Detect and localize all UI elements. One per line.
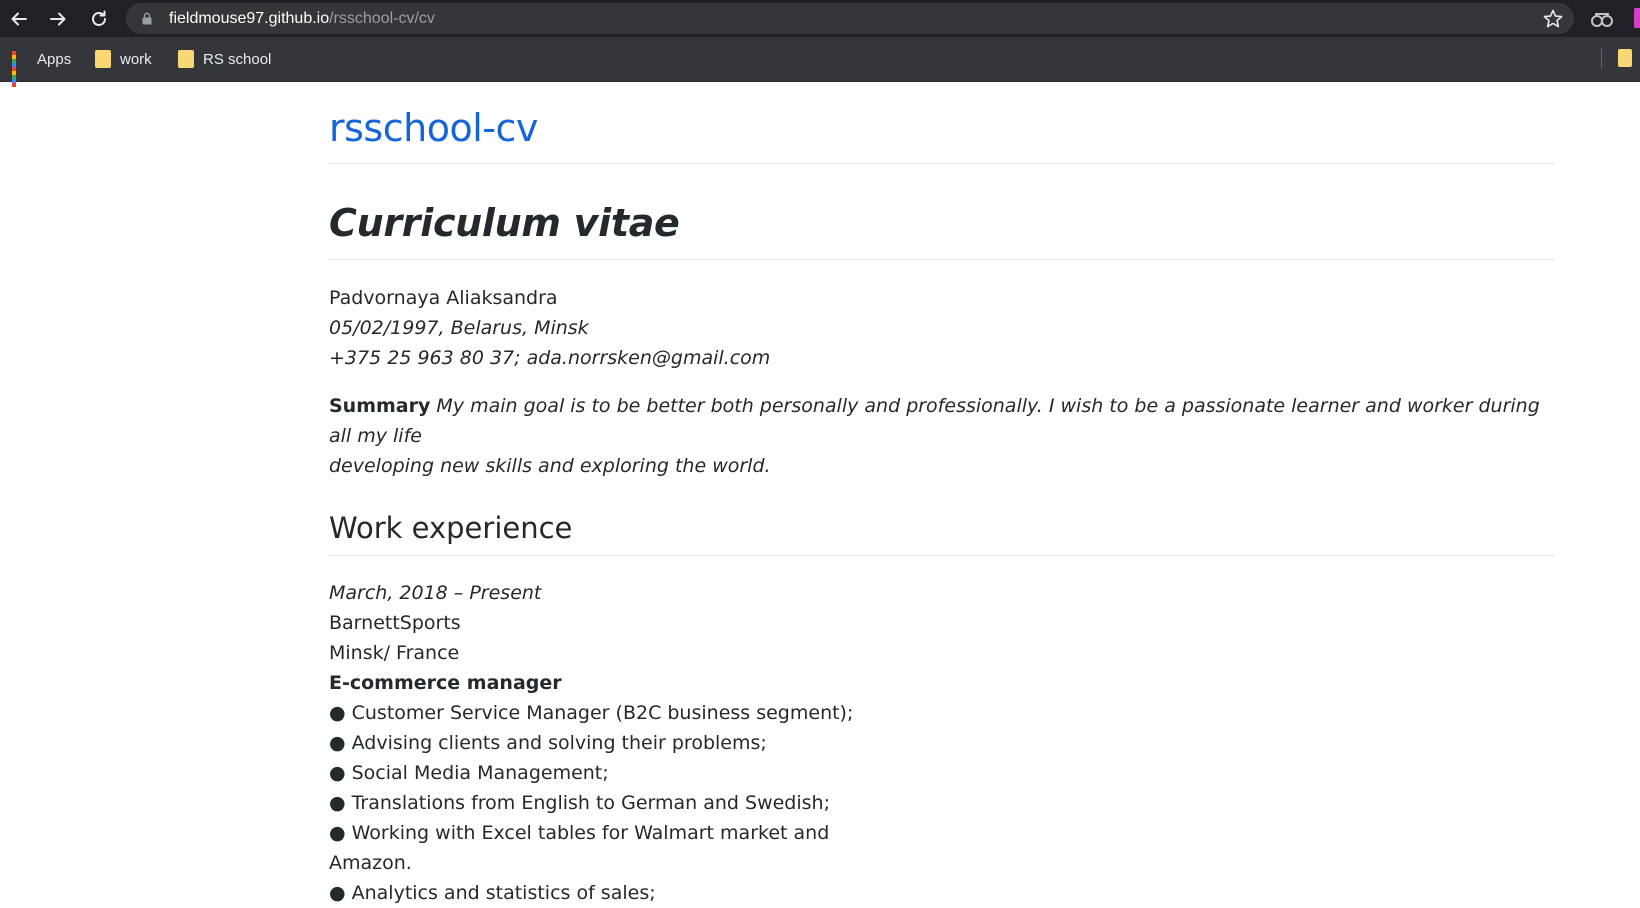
summary-label: Summary	[329, 395, 431, 417]
url-text[interactable]: fieldmouse97.github.io/rsschool-cv/cv	[169, 10, 435, 28]
extension-icon[interactable]	[1590, 8, 1614, 30]
arrow-right-icon	[50, 12, 66, 26]
bookmark-label: Apps	[37, 50, 72, 68]
duty-item: ● Translations from English to German an…	[329, 792, 830, 814]
duty-item: ● Social Media Management;	[329, 762, 609, 784]
bookmarks-divider	[1601, 49, 1602, 69]
work-location: Minsk/ France	[329, 642, 460, 664]
birth-location: 05/02/1997, Belarus, Minsk	[329, 317, 589, 339]
person-name: Padvornaya Aliaksandra	[329, 287, 558, 309]
work-experience-heading: Work experience	[329, 514, 1555, 556]
apps-grid-icon	[12, 51, 28, 87]
other-bookmarks-folder-icon[interactable]	[1618, 49, 1632, 67]
address-bar[interactable]: fieldmouse97.github.io/rsschool-cv/cv	[126, 3, 1574, 34]
contacts: +375 25 963 80 37; ada.norrsken@gmail.co…	[329, 347, 771, 369]
summary-text-continued: developing new skills and exploring the …	[329, 455, 771, 477]
bookmark-rs-school[interactable]: RS school	[178, 47, 271, 71]
star-icon[interactable]	[1542, 8, 1564, 30]
arrow-left-icon	[11, 12, 27, 26]
duty-item: ● Working with Excel tables for Walmart …	[329, 822, 830, 844]
contact-block: Padvornaya Aliaksandra 05/02/1997, Belar…	[329, 283, 1555, 373]
reload-button[interactable]	[83, 4, 115, 34]
bookmark-label: RS school	[203, 50, 272, 68]
duty-item: ● Customer Service Manager (B2C business…	[329, 702, 854, 724]
forward-button[interactable]	[42, 4, 74, 34]
bookmark-apps[interactable]: Apps	[12, 47, 72, 87]
summary-paragraph: Summary My main goal is to be better bot…	[329, 391, 1555, 481]
browser-toolbar: fieldmouse97.github.io/rsschool-cv/cv	[0, 0, 1640, 37]
work-position: E-commerce manager	[329, 672, 562, 694]
url-host: fieldmouse97.github.io	[169, 10, 330, 27]
back-button[interactable]	[3, 4, 35, 34]
profile-icon[interactable]	[1634, 8, 1640, 28]
work-company: BarnettSports	[329, 612, 461, 634]
reload-icon	[92, 10, 106, 26]
lock-icon	[142, 12, 152, 25]
url-path: /rsschool-cv/cv	[329, 10, 435, 27]
duty-item: ● Advising clients and solving their pro…	[329, 732, 767, 754]
bookmark-label: work	[120, 50, 152, 68]
folder-icon	[95, 50, 111, 68]
summary-text: My main goal is to be better both person…	[329, 395, 1540, 447]
page-title: Curriculum vitae	[329, 164, 1555, 260]
work-entry: March, 2018 – Present BarnettSports Mins…	[329, 578, 1555, 908]
duty-item: ● Analytics and statistics of sales;	[329, 882, 656, 904]
folder-icon	[178, 50, 194, 68]
duty-item-continued: Amazon.	[329, 852, 412, 874]
page-content: rsschool-cv Curriculum vitae Padvornaya …	[329, 82, 1555, 908]
bookmarks-bar: Apps work RS school	[0, 37, 1640, 87]
work-period: March, 2018 – Present	[329, 582, 542, 604]
site-title-link[interactable]: rsschool-cv	[329, 82, 1555, 164]
bookmark-work[interactable]: work	[95, 47, 152, 71]
